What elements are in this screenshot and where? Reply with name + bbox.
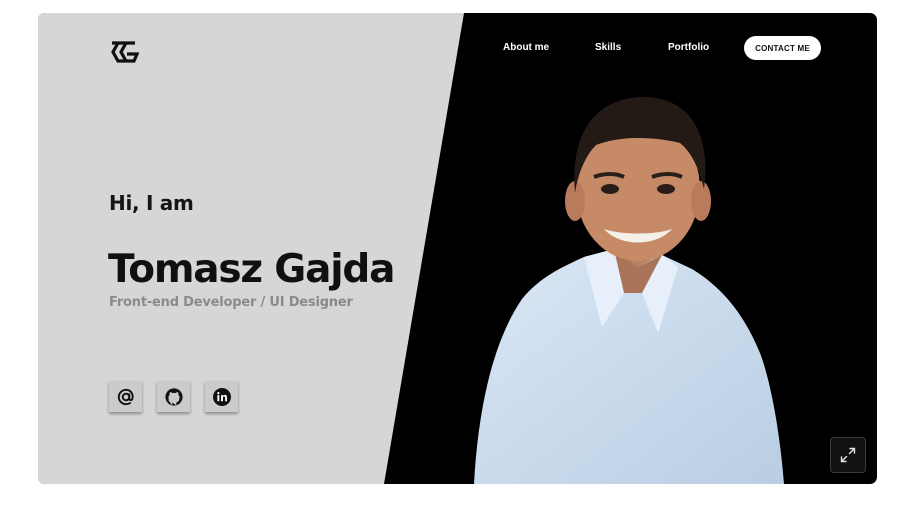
github-button[interactable] [157, 381, 190, 412]
hero-greeting: Hi, I am [109, 191, 194, 215]
nav-portfolio[interactable]: Portfolio [668, 42, 709, 53]
email-icon [117, 388, 134, 405]
top-nav: About me Skills Portfolio CONTACT ME [38, 36, 877, 60]
nav-skills[interactable]: Skills [595, 42, 621, 53]
nav-about-me[interactable]: About me [503, 42, 549, 53]
linkedin-icon [212, 387, 231, 406]
expand-button[interactable] [830, 437, 866, 473]
contact-me-button[interactable]: CONTACT ME [744, 36, 821, 60]
github-icon [164, 387, 183, 406]
linkedin-button[interactable] [205, 381, 238, 412]
hero-role: Front-end Developer / UI Designer [109, 295, 353, 310]
hero-card: About me Skills Portfolio CONTACT ME Hi,… [38, 13, 877, 484]
profile-photo [474, 96, 784, 484]
email-button[interactable] [109, 381, 142, 412]
hero-name: Tomasz Gajda [108, 247, 395, 292]
expand-icon [840, 447, 856, 463]
